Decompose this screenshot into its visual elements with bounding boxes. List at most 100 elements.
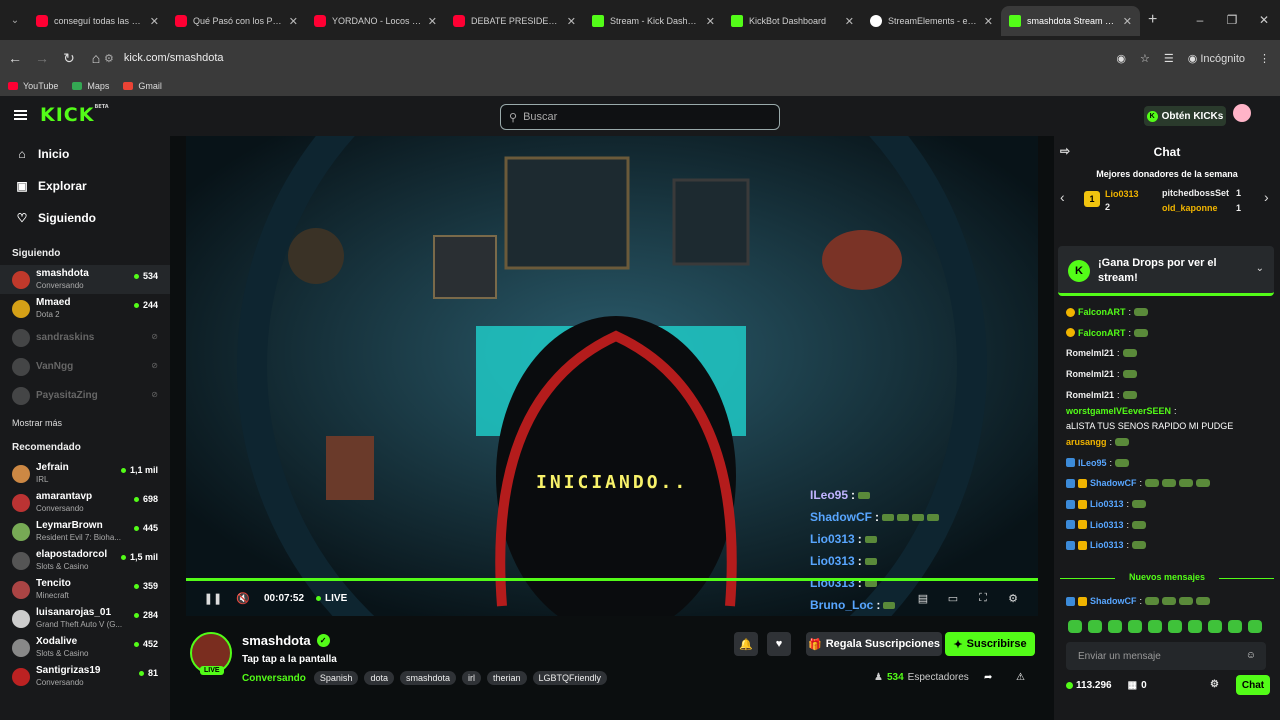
chat-username[interactable]: Lio0313 (1090, 539, 1124, 551)
chat-input[interactable] (1078, 650, 1238, 662)
clip-icon[interactable]: ▤ (916, 591, 930, 605)
new-tab-button[interactable]: + (1148, 11, 1157, 29)
incognito-indicator[interactable]: ◉ Incógnito (1188, 52, 1245, 65)
search-bar[interactable]: ⚲ (500, 104, 780, 130)
bookmark-youtube[interactable]: YouTube (8, 81, 58, 91)
chat-input-box[interactable]: ☺ (1066, 642, 1266, 670)
collapse-chat-icon[interactable]: ⇨ (1060, 144, 1070, 158)
stream-tag[interactable]: LGBTQFriendly (532, 671, 608, 685)
close-tab-icon[interactable]: ✕ (984, 15, 993, 28)
chat-username[interactable]: FalconART (1078, 306, 1126, 318)
show-more-link[interactable]: Mostrar más (0, 418, 170, 428)
browser-tab[interactable]: KickBot Dashboard ✕ (723, 6, 862, 36)
browser-tab[interactable]: DEBATE PRESIDENCIAL ✕ (445, 6, 584, 36)
drops-inventory[interactable]: ▦ 0 (1128, 680, 1147, 691)
sidebar-recommended-santigrizas19[interactable]: Santigrizas19 Conversando 81 (0, 662, 170, 691)
theater-mode-icon[interactable]: ▭ (946, 591, 960, 605)
chat-username[interactable]: worstgameIVEeverSEEN (1066, 405, 1171, 417)
emote-icon[interactable] (1188, 620, 1202, 633)
chevron-down-icon[interactable]: ⌄ (1256, 263, 1264, 274)
emote-icon[interactable] (1228, 620, 1242, 633)
search-input[interactable] (523, 111, 754, 123)
sidebar-channel-sandraskins[interactable]: sandraskins ⊘ (0, 323, 170, 352)
chevron-right-icon[interactable]: › (1264, 189, 1269, 205)
bookmark-star-icon[interactable]: ☆ (1140, 52, 1150, 65)
browser-tab[interactable]: conseguí todas las máscaras ✕ (28, 6, 167, 36)
pause-icon[interactable]: ❚❚ (204, 592, 222, 606)
chat-username[interactable]: ShadowCF (1090, 595, 1137, 607)
sidebar-channel-vanngg[interactable]: VanNgg ⊘ (0, 352, 170, 381)
eye-off-icon[interactable]: ◉ (1116, 52, 1126, 65)
more-menu-icon[interactable]: ⋮ (1259, 52, 1270, 65)
chat-username[interactable]: ILeo95 (1078, 457, 1107, 469)
sidebar-channel-payasitazing[interactable]: PayasitaZing ⊘ (0, 381, 170, 410)
emote-icon[interactable] (1068, 620, 1082, 633)
sidebar-recommended-xodalive[interactable]: Xodalive Slots & Casino 452 (0, 633, 170, 662)
browser-tab[interactable]: StreamElements - emetes ✕ (862, 6, 1001, 36)
channel-points[interactable]: 113.296 (1066, 680, 1112, 691)
muted-volume-icon[interactable]: 🔇 (236, 592, 250, 606)
sidebar-item-following[interactable]: ♡ Siguiendo (0, 202, 170, 234)
chat-username[interactable]: Lio0313 (1090, 498, 1124, 510)
tab-media-icon[interactable]: ☰ (1164, 52, 1174, 65)
site-settings-icon[interactable]: ⚙ (104, 52, 114, 65)
drops-banner[interactable]: K ¡Gana Drops por ver el stream! ⌄ (1058, 246, 1274, 296)
bookmark-gmail[interactable]: Gmail (123, 81, 162, 91)
chat-username[interactable]: Romelml21 (1066, 347, 1114, 359)
close-tab-icon[interactable]: ✕ (150, 15, 159, 28)
stream-tag[interactable]: smashdota (399, 671, 456, 685)
close-tab-icon[interactable]: ✕ (428, 15, 437, 28)
stream-category[interactable]: Conversando (242, 673, 306, 684)
chat-username[interactable]: Romelml21 (1066, 368, 1114, 380)
fullscreen-icon[interactable]: ⛶ (976, 591, 990, 605)
report-warning-icon[interactable]: ⚠ (1016, 672, 1025, 683)
send-chat-button[interactable]: Chat (1236, 675, 1270, 695)
streamer-name[interactable]: smashdota ✓ (242, 633, 330, 648)
stream-tag[interactable]: Spanish (313, 671, 359, 685)
close-tab-icon[interactable]: ✕ (289, 15, 298, 28)
chat-username[interactable]: ShadowCF (1090, 477, 1137, 489)
maximize-icon[interactable]: ❐ (1216, 13, 1248, 27)
follow-heart-button[interactable]: ♥ (767, 632, 791, 656)
minimize-icon[interactable]: – (1184, 13, 1216, 27)
share-icon[interactable]: ➦ (984, 672, 992, 683)
browser-tab[interactable]: Stream - Kick Dashboard ✕ (584, 6, 723, 36)
sidebar-recommended-tencito[interactable]: Tencito Minecraft 359 (0, 575, 170, 604)
sidebar-recommended-leymarbrown[interactable]: LeymarBrown Resident Evil 7: Bioha... 445 (0, 517, 170, 546)
url-field[interactable]: ⚙ kick.com/smashdota (104, 44, 1104, 72)
donor-3-name[interactable]: old_kaponne (1162, 203, 1218, 213)
settings-gear-icon[interactable]: ⚙ (1006, 591, 1020, 605)
bookmark-maps[interactable]: Maps (72, 81, 109, 91)
sidebar-recommended-elapostadorcol[interactable]: elapostadorcol Slots & Casino 1,5 mil (0, 546, 170, 575)
sidebar-recommended-luisanarojas_01[interactable]: luisanarojas_01 Grand Theft Auto V (G... 2… (0, 604, 170, 633)
sidebar-channel-smashdota[interactable]: smashdota Conversando 534 (0, 265, 170, 294)
sidebar-channel-mmaed[interactable]: Mmaed Dota 2 244 (0, 294, 170, 323)
sidebar-recommended-jefrain[interactable]: Jefrain IRL 1,1 mil (0, 459, 170, 488)
user-avatar[interactable] (1233, 104, 1251, 122)
top-donor-name[interactable]: Lio0313 (1105, 189, 1139, 199)
browser-tab[interactable]: Qué Pasó con los PROTAGONISTAS ✕ (167, 6, 306, 36)
emote-icon[interactable] (1128, 620, 1142, 633)
browser-tab[interactable]: smashdota Stream - Watch ✕ (1001, 6, 1140, 36)
emoji-picker-icon[interactable]: ☺ (1246, 650, 1256, 661)
emote-icon[interactable] (1248, 620, 1262, 633)
chat-username[interactable]: Romelml21 (1066, 389, 1114, 401)
emote-icon[interactable] (1208, 620, 1222, 633)
chat-username[interactable]: Lio0313 (1090, 519, 1124, 531)
subscribe-button[interactable]: ✦ Suscribirse (945, 632, 1035, 656)
close-tab-icon[interactable]: ✕ (567, 15, 576, 28)
tab-search-chevron-icon[interactable]: ⌄ (2, 7, 28, 33)
back-icon[interactable]: ← (3, 50, 27, 66)
gift-subs-button[interactable]: 🎁 Regala Suscripciones (806, 632, 942, 656)
sidebar-recommended-amarantavp[interactable]: amarantavp Conversando 698 (0, 488, 170, 517)
live-indicator[interactable]: LIVE (316, 593, 347, 604)
chat-username[interactable]: arusangg (1066, 436, 1107, 448)
browser-tab[interactable]: YORDANO - Locos de amor ✕ (306, 6, 445, 36)
stream-tag[interactable]: dota (364, 671, 394, 685)
close-tab-icon[interactable]: ✕ (706, 15, 715, 28)
sidebar-item-explore[interactable]: ▣ Explorar (0, 170, 170, 202)
emote-icon[interactable] (1168, 620, 1182, 633)
stream-tag[interactable]: irl (462, 671, 481, 685)
new-messages-divider[interactable]: Nuevos mensajes (1060, 572, 1274, 582)
reload-icon[interactable]: ↻ (57, 50, 81, 67)
